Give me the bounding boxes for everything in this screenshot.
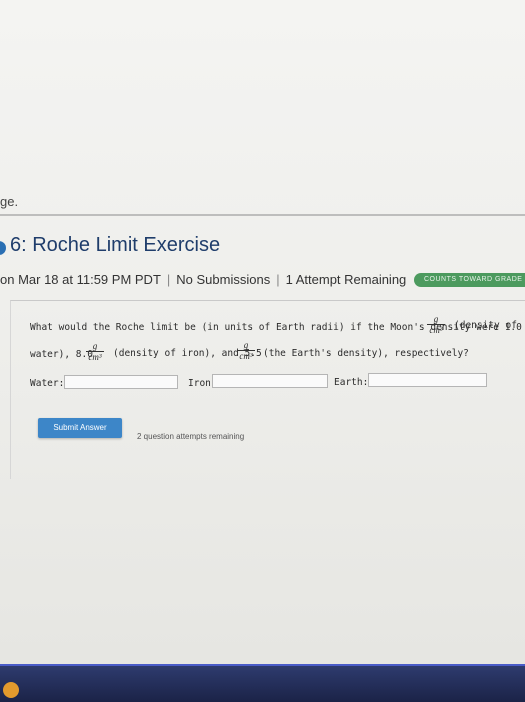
question-text-line1: What would the Roche limit be (in units … — [30, 322, 522, 333]
unit-numerator: g — [237, 340, 255, 351]
browser-page: ge. 6: Roche Limit Exercise on Mar 18 at… — [0, 0, 525, 664]
question-text-line1-tail: (density of — [454, 320, 517, 331]
attempts-remaining: 1 Attempt Remaining — [285, 272, 407, 287]
due-date: on Mar 18 at 11:59 PM PDT — [0, 272, 161, 287]
unit-fraction: g cm³ — [427, 314, 445, 335]
submission-status: No Submissions — [176, 272, 271, 287]
question-text-water: water), 8.0 — [30, 349, 93, 360]
unit-denominator: cm³ — [88, 352, 102, 362]
iron-input[interactable] — [212, 374, 328, 388]
submit-answer-button[interactable]: Submit Answer — [38, 418, 122, 438]
os-taskbar — [0, 664, 525, 702]
section-bullet-icon — [0, 241, 6, 255]
question-text-earth: (the Earth's density), respectively? — [263, 348, 469, 359]
page-title: 6: Roche Limit Exercise — [10, 234, 221, 256]
start-button-icon[interactable] — [3, 682, 19, 698]
unit-denominator: cm³ — [239, 351, 253, 361]
water-input[interactable] — [64, 375, 178, 389]
earth-input[interactable] — [368, 373, 487, 387]
water-label: Water: — [30, 378, 65, 389]
meta-separator: | — [166, 272, 171, 287]
earth-label: Earth: — [334, 377, 369, 388]
grade-badge: COUNTS TOWARD GRADE — [414, 273, 525, 287]
unit-fraction: g cm³ — [237, 340, 255, 361]
unit-fraction: g cm³ — [86, 341, 104, 362]
assignment-meta: on Mar 18 at 11:59 PM PDT | No Submissions… — [0, 272, 406, 287]
previous-text-fragment: ge. — [0, 194, 19, 209]
unit-numerator: g — [86, 341, 104, 352]
meta-separator: | — [276, 272, 280, 287]
unit-numerator: g — [427, 314, 445, 325]
attempts-note: 2 question attempts remaining — [137, 432, 245, 441]
unit-denominator: cm³ — [429, 325, 443, 335]
section-divider — [0, 214, 525, 216]
